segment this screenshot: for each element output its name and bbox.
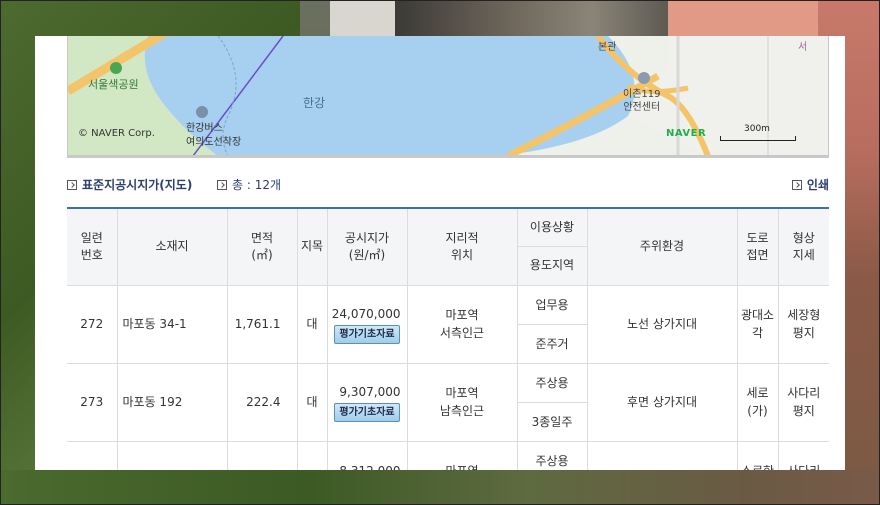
cell-road: 소로한 (736, 440, 779, 470)
header-road: 도로 접면 (736, 207, 779, 286)
header-jimok: 지목 (296, 207, 328, 286)
cell-serial (67, 440, 118, 470)
cell-location (116, 440, 228, 470)
map-label-bus: 한강버스 여의도선착장 (186, 123, 242, 148)
cell-price: 24,070,000 평가기초자료 (326, 284, 408, 364)
map-view[interactable]: 서울색공원 한강 한강버스 여의도선착장 본관 이촌119 안전센터 서 © N… (67, 36, 829, 156)
cell-area: 222.4 (226, 362, 298, 442)
cell-location: 마포동 34-1 (116, 284, 228, 364)
cell-env: 후면 상가지대 (586, 362, 738, 442)
bus-pin-icon (196, 106, 208, 118)
cell-shape: 사다리 평지 (777, 362, 829, 442)
cell-road: 세로 (가) (736, 362, 779, 442)
toolbar: 표준지공시지가(지도) 총 : 12개 인쇄 (67, 174, 829, 194)
cell-geo: 마포역 남측인근 (406, 362, 518, 442)
map-label-river: 한강 (303, 96, 326, 110)
cell-geo: 마포역 서측인근 (406, 284, 518, 364)
cell-jimok (296, 440, 328, 470)
header-shape: 형상 지세 (777, 207, 829, 286)
cell-serial: 273 (67, 362, 118, 442)
cell-shape: 세장형 평지 (777, 284, 829, 364)
header-location: 소재지 (116, 207, 228, 286)
arrow-box-icon (217, 179, 227, 190)
cell-zone: 준주거 (517, 323, 587, 364)
cell-price: 9,307,000 평가기초자료 (326, 362, 408, 442)
cell-location: 마포동 192 (116, 362, 228, 442)
table-row: 273 마포동 192 222.4 대 9,307,000 평가기초자료 마포역… (67, 362, 829, 442)
price-value: 24,070,000 (331, 306, 401, 321)
land-price-panel: 서울색공원 한강 한강버스 여의도선착장 본관 이촌119 안전센터 서 © N… (35, 36, 845, 470)
cell-env: 노선 상가지대 (586, 284, 738, 364)
cell-jimok: 대 (296, 362, 328, 442)
header-area: 면적 (㎡) (226, 207, 298, 286)
park-pin-icon (110, 62, 122, 74)
price-value: 9,307,000 (339, 384, 401, 399)
cell-jimok: 대 (296, 284, 328, 364)
header-serial: 일련 번호 (67, 207, 118, 286)
header-price: 공시지가 (원/㎡) (326, 207, 408, 286)
total-count: 총 : 12개 (217, 176, 281, 193)
cell-usage: 주상용 (516, 440, 588, 470)
map-copyright: © NAVER Corp. (78, 128, 155, 139)
cell-usage: 업무용 (516, 284, 588, 325)
header-env: 주위환경 (586, 207, 738, 286)
eval-data-button[interactable]: 평가기초자료 (334, 402, 400, 422)
cell-serial: 272 (67, 284, 118, 364)
header-geo: 지리적 위치 (406, 207, 518, 286)
table-row: 8,312,000 마포역 주상용 소로한 사다리 (67, 440, 829, 471)
cell-area: 1,761.1 (226, 284, 298, 364)
cell-shape: 사다리 (777, 440, 829, 470)
arrow-box-icon (791, 179, 802, 190)
cell-env (586, 440, 738, 470)
map-divider (67, 156, 829, 158)
naver-logo: NAVER (666, 128, 707, 139)
fire-station-pin-icon (638, 72, 650, 84)
print-link[interactable]: 인쇄 (791, 176, 829, 193)
eval-data-button[interactable]: 평가기초자료 (334, 324, 400, 344)
cell-road: 광대소 각 (736, 284, 779, 364)
cell-zone: 3종일주 (517, 401, 587, 442)
arrow-box-icon (67, 179, 77, 190)
map-scale-label: 300m (744, 124, 770, 134)
map-label-fire-station: 이촌119 안전센터 (623, 89, 661, 113)
cell-price: 8,312,000 (326, 440, 408, 471)
cell-area (226, 440, 298, 470)
map-label-seo: 서 (798, 42, 808, 53)
header-zone: 용도지역 (517, 245, 587, 286)
map-scale-bar (720, 136, 796, 141)
map-label-honbu: 본관 (598, 42, 617, 53)
cell-usage: 주상용 (516, 362, 588, 403)
map-graphic (68, 36, 828, 155)
header-usage: 이용상황 (516, 207, 588, 247)
price-value: 8,312,000 (328, 462, 407, 471)
std-price-map-link[interactable]: 표준지공시지가(지도) (67, 176, 192, 193)
cell-geo: 마포역 (406, 440, 518, 470)
table-row: 272 마포동 34-1 1,761.1 대 24,070,000 평가기초자료… (67, 284, 829, 364)
land-price-table: 일련 번호 소재지 면적 (㎡) 지목 공시지가 (원/㎡) 지리적 위치 이용… (67, 207, 829, 470)
map-label-park: 서울색공원 (88, 78, 139, 91)
